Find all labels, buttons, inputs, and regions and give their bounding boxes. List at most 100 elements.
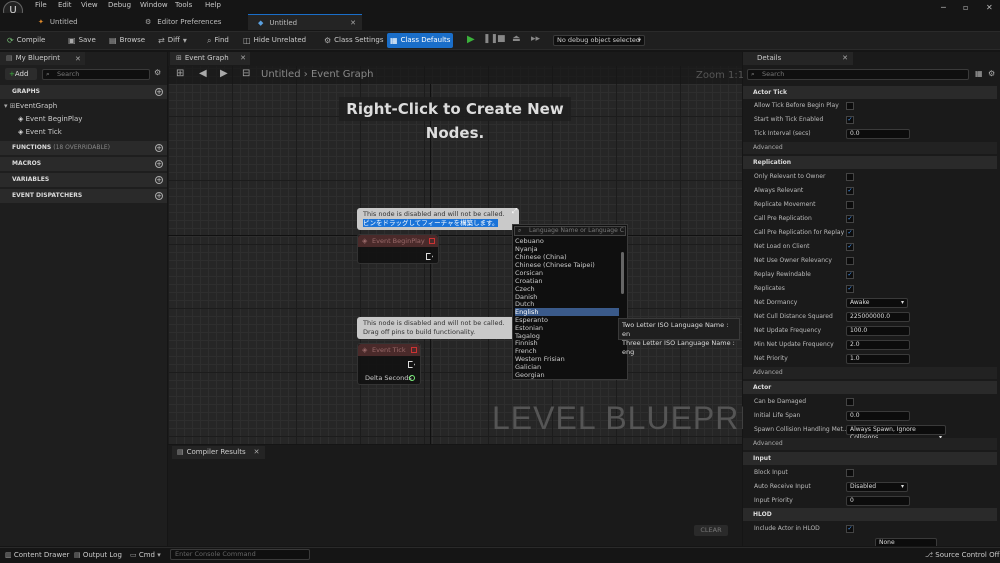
close-tab-icon[interactable]: ✕ <box>240 52 246 65</box>
save-button[interactable]: ▣ Save <box>65 33 99 48</box>
node-event-tick[interactable]: Event Tick ◈ Delta Seconds <box>357 343 421 385</box>
minimize-icon[interactable]: ─ <box>941 3 946 12</box>
language-option[interactable]: Chinese (China) <box>515 253 619 261</box>
language-option[interactable]: French <box>515 347 619 355</box>
forward-arrow-icon[interactable]: ▶ <box>220 68 228 79</box>
stop-icon[interactable]: ■ <box>497 34 506 44</box>
menu-view[interactable]: View <box>81 1 98 9</box>
tab-untitled-blueprint[interactable]: ◆ Untitled ✕ <box>248 14 362 30</box>
float-pin-icon[interactable] <box>409 375 415 381</box>
language-option[interactable]: Finnish <box>515 339 619 347</box>
language-option[interactable]: Corsican <box>515 269 619 277</box>
exec-output-pin-icon[interactable] <box>426 253 433 260</box>
content-drawer-button[interactable]: ▥ Content Drawer <box>5 550 69 561</box>
node-event-begin-play[interactable]: Event BeginPlay ◈ <box>357 234 439 264</box>
advanced-toggle[interactable]: Advanced <box>743 142 997 154</box>
language-search-input[interactable]: ⌕ Language Name or Language C <box>514 226 626 236</box>
menu-help[interactable]: Help <box>205 1 221 9</box>
hlod-select[interactable]: None <box>875 538 937 546</box>
play-icon[interactable]: ▶ <box>467 34 475 45</box>
variables-section-header[interactable]: VARIABLES + <box>0 173 167 187</box>
language-option[interactable]: Esperanto <box>515 316 619 324</box>
menu-edit[interactable]: Edit <box>58 1 72 9</box>
menu-debug[interactable]: Debug <box>108 1 131 9</box>
dispatchers-section-header[interactable]: EVENT DISPATCHERS + <box>0 189 167 203</box>
category-input[interactable]: Input <box>743 452 997 465</box>
language-option-selected[interactable]: English <box>515 308 619 316</box>
checkbox-checked[interactable]: ✓ <box>846 243 854 251</box>
language-option[interactable]: Czech <box>515 285 619 293</box>
language-option[interactable]: Cebuano <box>515 237 619 245</box>
language-option[interactable]: Croatian <box>515 277 619 285</box>
console-input[interactable]: Enter Console Command <box>170 549 310 560</box>
tree-item-tick[interactable]: ◈ Event Tick <box>0 126 62 138</box>
net-update-frequency-input[interactable]: 100.0 <box>846 326 910 336</box>
maximize-icon[interactable]: ▫ <box>963 3 968 12</box>
source-control-button[interactable]: ⎇ Source Control Off <box>925 550 999 561</box>
class-settings-button[interactable]: ⚙ Class Settings <box>321 33 387 48</box>
checkbox-checked[interactable]: ✓ <box>846 187 854 195</box>
tree-item-begin-play[interactable]: ◈ Event BeginPlay <box>0 113 82 125</box>
functions-section-header[interactable]: FUNCTIONS (18 OVERRIDABLE) + <box>0 141 167 155</box>
net-cull-input[interactable]: 225000000.0 <box>846 312 910 322</box>
my-blueprint-search-input[interactable]: ⌕ Search <box>42 69 150 80</box>
checkbox-checked[interactable]: ✓ <box>846 525 854 533</box>
close-window-icon[interactable]: ✕ <box>986 3 993 12</box>
category-actor[interactable]: Actor <box>743 381 997 394</box>
checkbox[interactable] <box>846 398 854 406</box>
language-option[interactable]: Dutch <box>515 300 619 308</box>
compile-button[interactable]: ⟳ Compile <box>4 33 48 48</box>
add-graph-icon[interactable]: + <box>155 88 163 96</box>
checkbox-checked[interactable]: ✓ <box>846 215 854 223</box>
diff-button[interactable]: ⇄ Diff ▾ <box>155 33 190 48</box>
hierarchy-icon[interactable]: ⊟ <box>242 68 250 79</box>
checkbox-checked[interactable]: ✓ <box>846 229 854 237</box>
checkbox[interactable] <box>846 173 854 181</box>
checkbox[interactable] <box>846 257 854 265</box>
breadcrumb-root[interactable]: Untitled <box>261 69 301 80</box>
cmd-button[interactable]: ▭ Cmd ▾ <box>130 550 161 561</box>
checkbox-checked[interactable]: ✓ <box>846 116 854 124</box>
find-button[interactable]: ⌕ Find <box>204 33 232 48</box>
pause-icon[interactable]: ❚❚ <box>483 34 498 44</box>
tree-item-event-graph[interactable]: ▾ ⊞EventGraph <box>0 100 57 112</box>
language-option[interactable]: Galician <box>515 363 619 371</box>
category-actor-tick[interactable]: Actor Tick <box>743 86 997 99</box>
language-option[interactable]: Western Frisian <box>515 355 619 363</box>
language-scrollbar[interactable] <box>621 252 624 294</box>
life-span-input[interactable]: 0.0 <box>846 411 910 421</box>
note-expand-icon[interactable]: ⤢ <box>512 207 518 216</box>
language-option[interactable]: Estonian <box>515 324 619 332</box>
tab-untitled-1[interactable]: ✦ Untitled <box>28 14 133 30</box>
checkbox-checked[interactable]: ✓ <box>846 271 854 279</box>
language-option[interactable]: Georgian <box>515 371 619 379</box>
clear-button[interactable]: CLEAR <box>694 525 728 536</box>
add-variable-icon[interactable]: + <box>155 176 163 184</box>
back-arrow-icon[interactable]: ◀ <box>199 68 207 79</box>
menu-file[interactable]: File <box>35 1 47 9</box>
close-tab-icon[interactable]: ✕ <box>75 55 81 63</box>
min-net-update-input[interactable]: 2.0 <box>846 340 910 350</box>
input-priority-input[interactable]: 0 <box>846 496 910 506</box>
gear-icon[interactable]: ⚙ <box>988 69 995 78</box>
close-tab-icon[interactable]: ✕ <box>842 52 848 65</box>
graph-menu-icon[interactable]: ⊞ <box>176 68 184 79</box>
close-tab-icon[interactable]: ✕ <box>254 448 260 456</box>
details-search-input[interactable]: ⌕ Search <box>747 69 969 80</box>
checkbox[interactable] <box>846 201 854 209</box>
compiler-results-tab[interactable]: ▤ Compiler Results ✕ <box>172 446 265 459</box>
step-icon[interactable]: ▸▸ <box>531 34 540 44</box>
debug-object-select[interactable]: No debug object selected ▾ <box>553 35 645 46</box>
category-hlod[interactable]: HLOD <box>743 508 997 521</box>
checkbox[interactable] <box>846 469 854 477</box>
browse-button[interactable]: ▤ Browse <box>106 33 148 48</box>
hide-unrelated-button[interactable]: ◫ Hide Unrelated <box>240 33 309 48</box>
net-dormancy-select[interactable]: Awake ▾ <box>846 298 908 308</box>
category-replication[interactable]: Replication <box>743 156 997 169</box>
class-defaults-button[interactable]: ▦ Class Defaults <box>387 33 454 48</box>
auto-receive-select[interactable]: Disabled ▾ <box>846 482 908 492</box>
spawn-collision-select[interactable]: Always Spawn, Ignore Collisions▾ <box>846 425 946 441</box>
delegate-pin-icon[interactable] <box>411 347 417 353</box>
close-tab-icon[interactable]: ✕ <box>350 15 356 31</box>
details-tab[interactable]: Details ✕ <box>743 52 853 65</box>
